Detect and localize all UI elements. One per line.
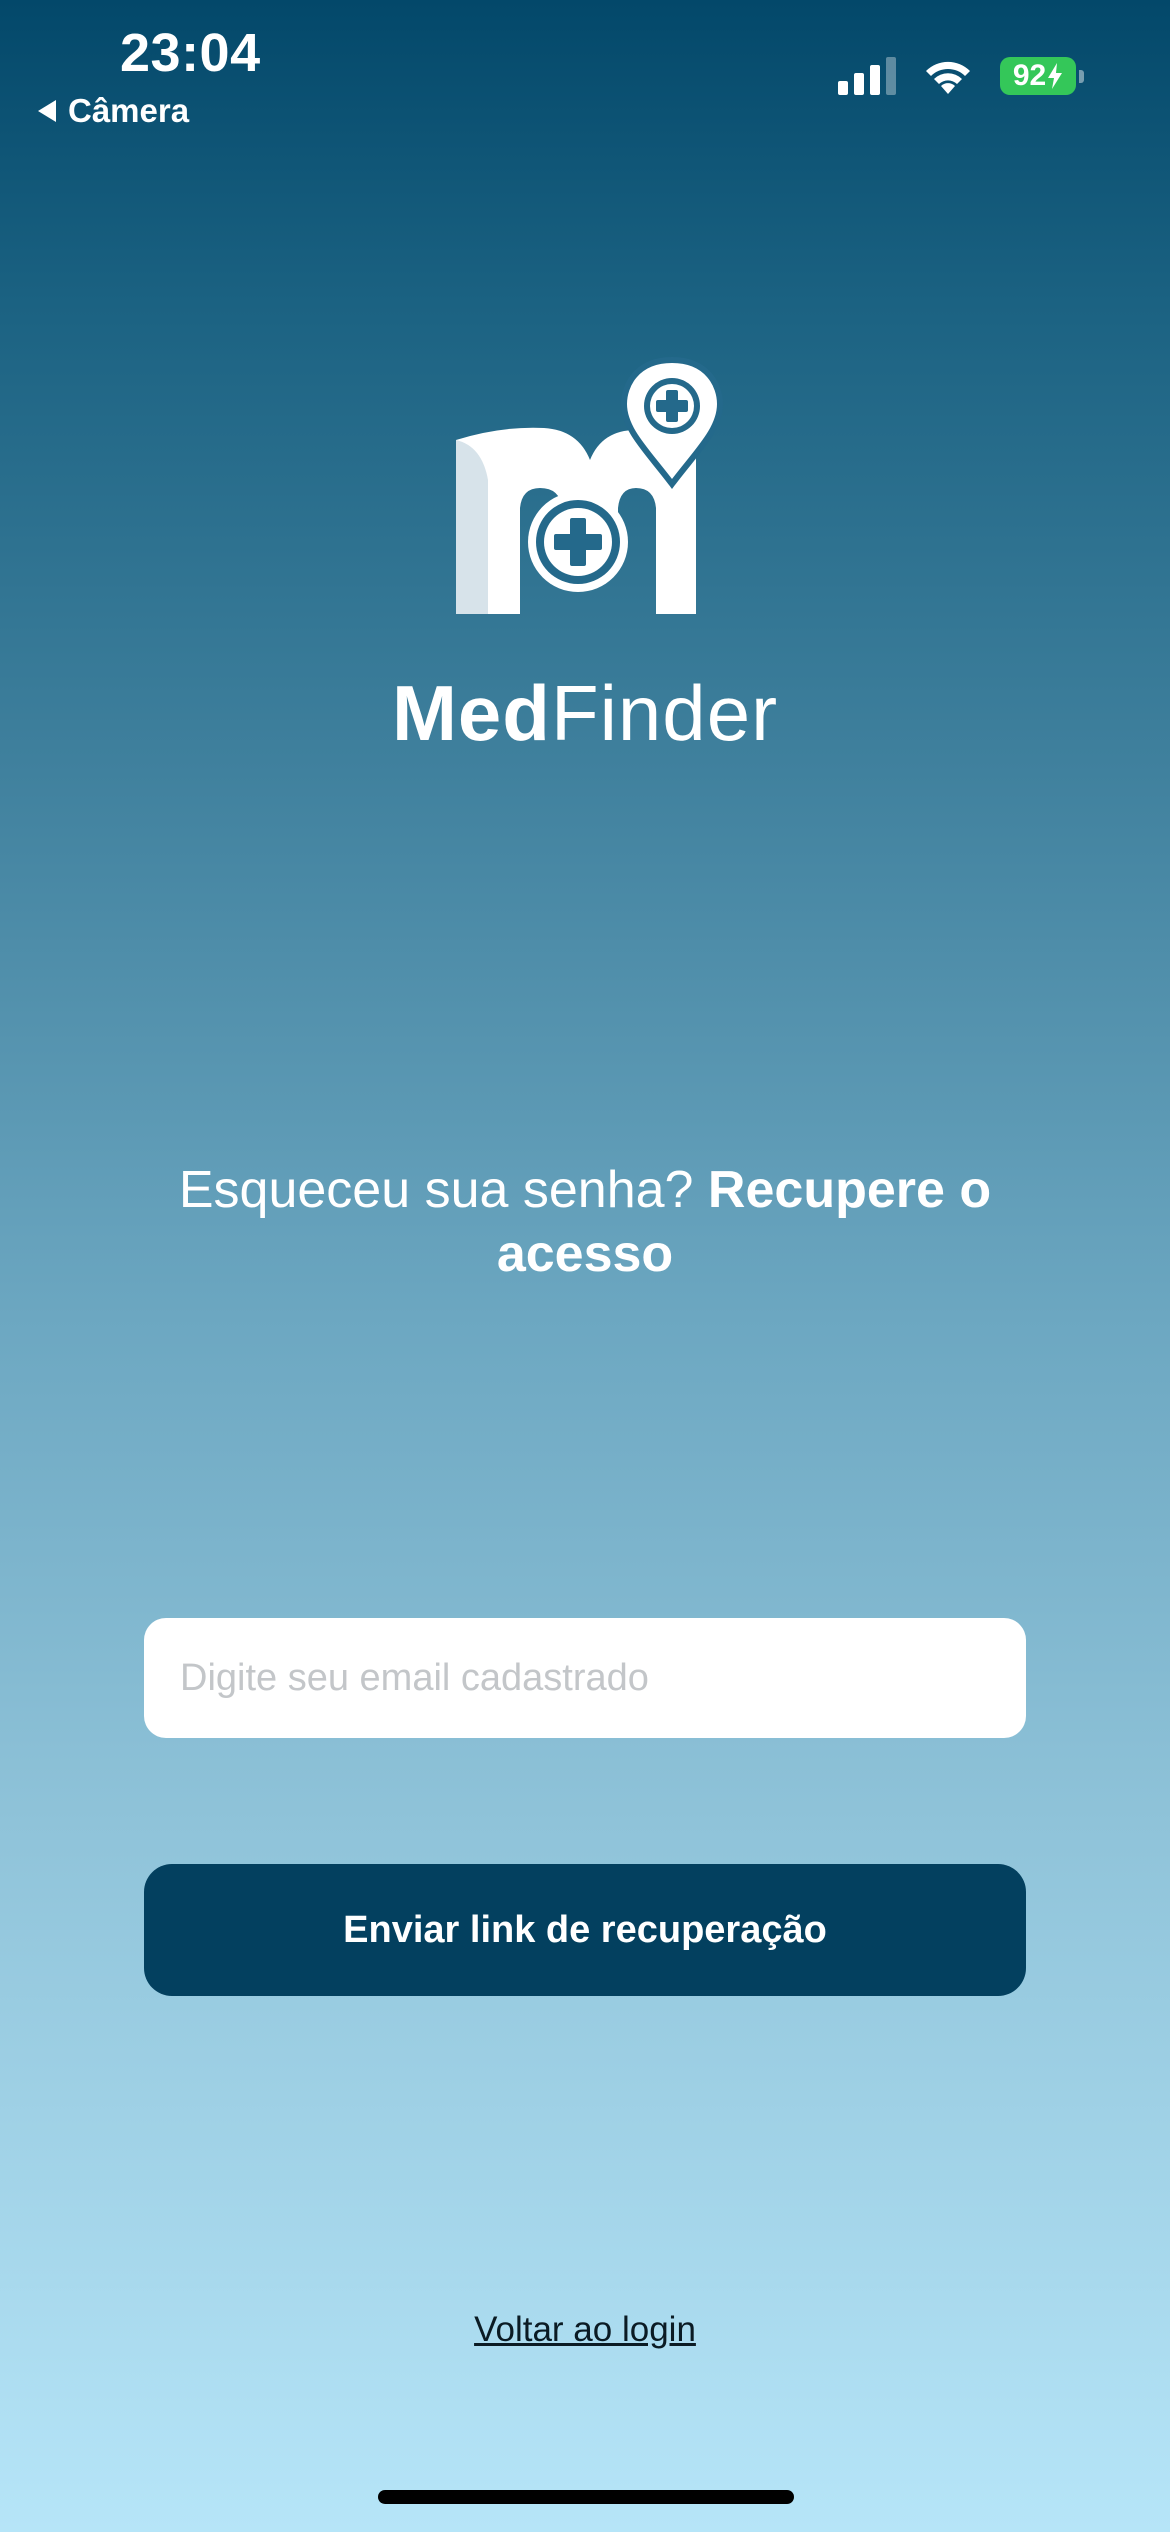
battery-level: 92 (1012, 59, 1047, 92)
status-time: 23:04 (120, 23, 261, 83)
brand-name: MedFinder (0, 668, 1170, 759)
triangle-left-icon (38, 100, 56, 122)
brand-name-part1: Med (391, 669, 551, 757)
medfinder-logo-icon (456, 356, 724, 614)
cellular-signal-icon (838, 57, 896, 95)
page-heading: Esqueceu sua senha? Recupere o acesso (150, 1158, 1020, 1286)
battery-charging-icon: 92 (1000, 57, 1084, 95)
back-to-login-link[interactable]: Voltar ao login (0, 2310, 1170, 2350)
send-recovery-link-button[interactable]: Enviar link de recuperação (144, 1864, 1026, 1996)
status-icons: 92 (838, 56, 1084, 96)
brand-name-part2: Finder (550, 669, 779, 757)
email-field[interactable] (144, 1618, 1026, 1738)
wifi-icon (926, 61, 970, 94)
back-app-label: Câmera (68, 92, 190, 129)
heading-regular: Esqueceu sua senha? (178, 1161, 694, 1219)
home-indicator[interactable] (378, 2490, 794, 2504)
back-to-camera-link[interactable]: Câmera (38, 92, 189, 130)
